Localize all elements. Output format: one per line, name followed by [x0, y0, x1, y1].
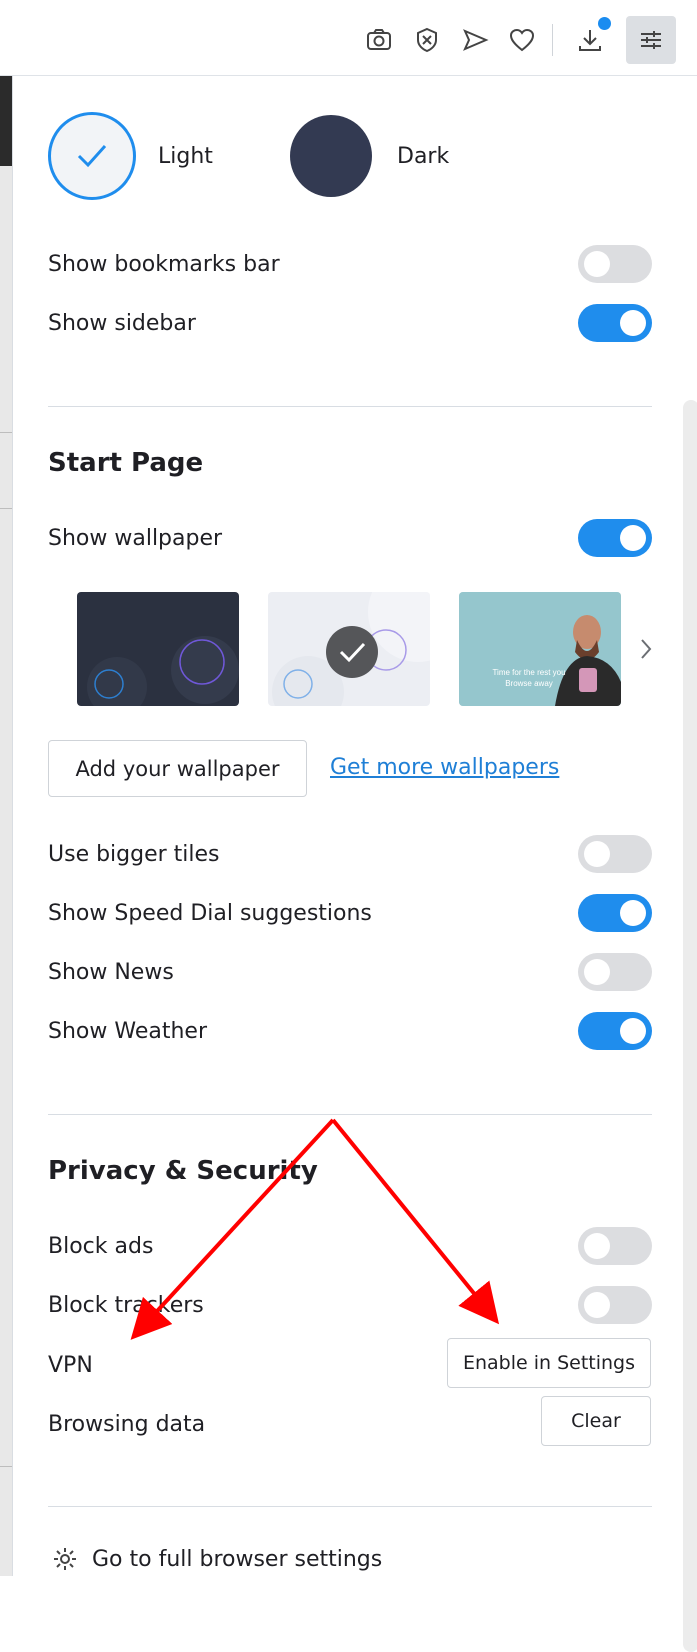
wallpaper-thumb-dark[interactable] — [77, 592, 239, 706]
wallpaper-thumb-light[interactable] — [268, 592, 430, 706]
go-to-full-settings-label: Go to full browser settings — [92, 1546, 383, 1572]
show-sidebar-label: Show sidebar — [48, 310, 196, 336]
add-wallpaper-button[interactable]: Add your wallpaper — [48, 740, 307, 797]
send-icon[interactable] — [457, 20, 493, 60]
show-sidebar-toggle[interactable] — [578, 304, 652, 342]
show-wallpaper-toggle[interactable] — [578, 519, 652, 557]
row-show-bookmarks-bar: Show bookmarks bar — [48, 244, 652, 284]
download-badge — [598, 17, 611, 30]
show-weather-toggle[interactable] — [578, 1012, 652, 1050]
block-trackers-label: Block trackers — [48, 1292, 204, 1318]
shield-block-icon[interactable] — [409, 20, 445, 60]
section-divider — [48, 1114, 652, 1115]
theme-option-light[interactable]: Light — [48, 112, 213, 200]
row-use-bigger-tiles: Use bigger tiles — [48, 834, 652, 874]
theme-dark-swatch[interactable] — [290, 115, 372, 197]
row-show-sidebar: Show sidebar — [48, 303, 652, 343]
theme-light-swatch[interactable] — [48, 112, 136, 200]
block-ads-toggle[interactable] — [578, 1227, 652, 1265]
vpn-label: VPN — [48, 1352, 93, 1378]
row-show-weather: Show Weather — [48, 1011, 652, 1051]
use-bigger-tiles-label: Use bigger tiles — [48, 841, 220, 867]
row-show-news: Show News — [48, 952, 652, 992]
theme-dark-label: Dark — [397, 143, 450, 169]
start-page-heading: Start Page — [48, 448, 204, 478]
wallpaper-thumb-photo[interactable]: Time for the rest you Browse away — [459, 592, 621, 706]
chevron-right-icon[interactable] — [636, 634, 656, 664]
background-page-line — [0, 432, 12, 433]
go-to-full-settings-link[interactable]: Go to full browser settings — [52, 1546, 382, 1572]
show-wallpaper-label: Show wallpaper — [48, 525, 223, 551]
block-ads-label: Block ads — [48, 1233, 154, 1259]
background-page-line — [0, 1466, 12, 1467]
svg-text:Browse away: Browse away — [505, 679, 553, 688]
vpn-enable-in-settings-button[interactable]: Enable in Settings — [447, 1338, 651, 1388]
get-more-wallpapers-link[interactable]: Get more wallpapers — [330, 755, 559, 780]
svg-text:Time for the rest you: Time for the rest you — [492, 668, 565, 677]
checkmark-icon — [77, 144, 107, 168]
show-speed-dial-label: Show Speed Dial suggestions — [48, 900, 372, 926]
camera-icon[interactable] — [361, 20, 397, 60]
clear-browsing-data-button[interactable]: Clear — [541, 1396, 651, 1446]
browser-toolbar — [0, 0, 697, 76]
row-show-wallpaper: Show wallpaper — [48, 518, 652, 558]
section-divider — [48, 406, 652, 407]
show-bookmarks-bar-toggle[interactable] — [578, 245, 652, 283]
browsing-data-label: Browsing data — [48, 1411, 206, 1437]
row-block-trackers: Block trackers — [48, 1285, 652, 1325]
show-news-toggle[interactable] — [578, 953, 652, 991]
gear-icon — [54, 1548, 76, 1570]
background-page-strip — [0, 76, 12, 1576]
block-trackers-toggle[interactable] — [578, 1286, 652, 1324]
theme-light-label: Light — [158, 143, 213, 169]
panel-scrollbar[interactable] — [683, 400, 697, 1652]
use-bigger-tiles-toggle[interactable] — [578, 835, 652, 873]
show-weather-label: Show Weather — [48, 1018, 207, 1044]
background-page-dark-area — [0, 76, 12, 166]
settings-sliders-icon — [641, 31, 661, 49]
theme-option-dark[interactable]: Dark — [290, 115, 449, 197]
settings-sliders-button[interactable] — [626, 16, 676, 64]
row-block-ads: Block ads — [48, 1226, 652, 1266]
toolbar-separator — [552, 24, 553, 56]
show-bookmarks-bar-label: Show bookmarks bar — [48, 251, 280, 277]
show-speed-dial-toggle[interactable] — [578, 894, 652, 932]
show-news-label: Show News — [48, 959, 174, 985]
section-divider — [48, 1506, 652, 1507]
privacy-security-heading: Privacy & Security — [48, 1156, 318, 1186]
row-show-speed-dial: Show Speed Dial suggestions — [48, 893, 652, 933]
background-page-line — [0, 508, 12, 509]
heart-icon[interactable] — [504, 20, 540, 60]
